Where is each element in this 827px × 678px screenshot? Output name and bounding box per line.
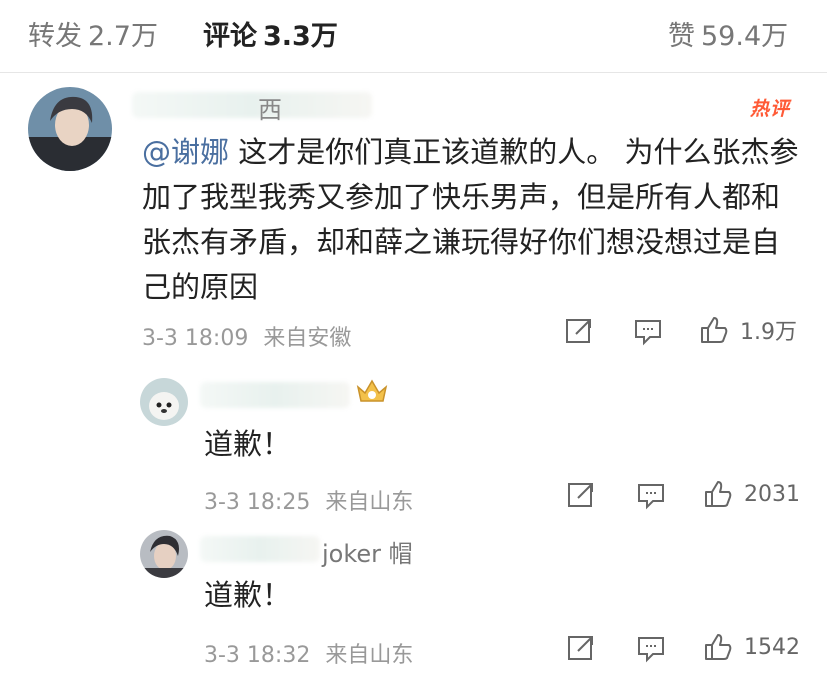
share-icon: [568, 483, 593, 507]
reply-share-button[interactable]: [566, 633, 596, 663]
reply-like-button[interactable]: 1542: [702, 631, 800, 663]
comment-body: 这才是你们真正该道歉的人。 为什么张杰参加了我型我秀又参加了快乐男声，但是所有人…: [142, 135, 799, 304]
like-icon: [705, 481, 732, 507]
interaction-tabs: 转发 2.7万 评论 3.3万 赞 59.4万: [0, 0, 827, 72]
reply-text: 道歉！: [204, 427, 292, 461]
username-blurred: [132, 92, 372, 118]
reply-share-button[interactable]: [566, 480, 596, 510]
reply-avatar[interactable]: [140, 378, 188, 426]
reply-source: 来自山东: [325, 490, 414, 515]
like-button[interactable]: 1.9万: [698, 314, 797, 346]
reply-username[interactable]: joker 帽: [322, 534, 413, 569]
tab-like[interactable]: 赞 59.4万: [668, 14, 788, 53]
reply-meta: 3-3 18:32 来自山东: [204, 637, 413, 669]
reply-time: 3-3 18:32: [204, 643, 311, 668]
reply-icon: [638, 637, 664, 663]
like-icon: [701, 317, 728, 343]
share-button[interactable]: [564, 316, 594, 346]
reply-time: 3-3 18:25: [204, 490, 311, 515]
tab-repost[interactable]: 转发 2.7万: [28, 14, 158, 53]
comment-text: @谢娜 这才是你们真正该道歉的人。 为什么张杰参加了我型我秀又参加了快乐男声，但…: [142, 130, 802, 310]
tab-repost-count: 2.7万: [88, 21, 158, 52]
reply-source: 来自山东: [325, 643, 414, 668]
comment-time: 3-3 18:09: [142, 326, 249, 351]
username[interactable]: 西: [258, 90, 282, 125]
mention-link[interactable]: @谢娜: [142, 135, 229, 169]
reply-like-button[interactable]: 2031: [702, 478, 800, 510]
reply-username-blurred: [200, 382, 350, 408]
like-icon: [705, 634, 732, 660]
reply-like-count: 2031: [744, 481, 800, 507]
reply-like-count: 1542: [744, 634, 800, 660]
reply-icon: [638, 484, 664, 510]
tab-comment[interactable]: 评论 3.3万: [203, 14, 338, 53]
hot-comment-badge: 热评: [750, 98, 791, 120]
avatar[interactable]: [28, 87, 112, 171]
comment-meta: 3-3 18:09 来自安徽: [142, 320, 351, 352]
comment-source: 来自安徽: [263, 326, 352, 351]
crown-badge-icon: [355, 377, 389, 411]
reply-reply-button[interactable]: [636, 480, 666, 510]
share-icon: [566, 319, 591, 343]
reply-button[interactable]: [633, 316, 663, 346]
reply-username-blurred: [200, 536, 320, 562]
tabs-divider: [0, 72, 827, 73]
reply-avatar[interactable]: [140, 530, 188, 578]
tab-like-label: 赞: [668, 21, 695, 52]
reply-text: 道歉！: [204, 578, 292, 612]
like-count: 1.9万: [740, 320, 797, 345]
reply-icon: [635, 320, 661, 346]
tab-repost-label: 转发: [28, 21, 82, 52]
reply-reply-button[interactable]: [636, 633, 666, 663]
tab-comment-label: 评论: [203, 21, 257, 52]
share-icon: [568, 636, 593, 660]
reply-meta: 3-3 18:25 来自山东: [204, 484, 413, 516]
tab-comment-count: 3.3万: [263, 21, 338, 52]
tab-like-count: 59.4万: [701, 21, 789, 52]
